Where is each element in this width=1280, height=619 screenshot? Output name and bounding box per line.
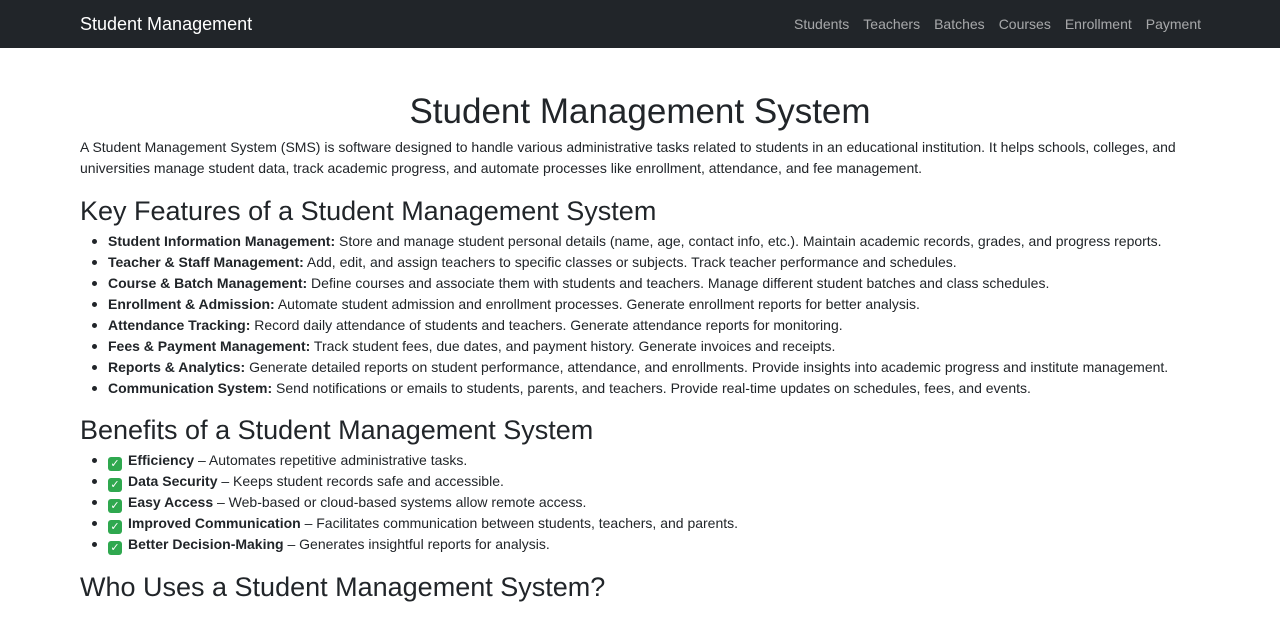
- brand-link[interactable]: Student Management: [80, 14, 252, 35]
- benefit-text: – Keeps student records safe and accessi…: [217, 473, 504, 489]
- feature-text: Record daily attendance of students and …: [250, 317, 843, 333]
- nav-link-teachers[interactable]: Teachers: [863, 16, 920, 32]
- nav-link-batches[interactable]: Batches: [934, 16, 985, 32]
- check-mark-icon: ✓: [108, 478, 122, 492]
- check-mark-icon: ✓: [108, 499, 122, 513]
- feature-item: Attendance Tracking: Record daily attend…: [80, 315, 1200, 336]
- benefit-text: – Web-based or cloud-based systems allow…: [213, 494, 587, 510]
- bullet-icon: [92, 458, 97, 463]
- bullet-icon: [92, 386, 97, 391]
- intro-paragraph: A Student Management System (SMS) is sof…: [80, 139, 1176, 176]
- feature-text: Store and manage student personal detail…: [335, 233, 1162, 249]
- feature-text: Send notifications or emails to students…: [272, 380, 1031, 396]
- feature-text: Generate detailed reports on student per…: [245, 359, 1169, 375]
- bullet-icon: [92, 542, 97, 547]
- benefits-heading: Benefits of a Student Management System: [80, 415, 594, 445]
- nav-links: Students Teachers Batches Courses Enroll…: [794, 16, 1201, 32]
- benefit-item: ✓ Easy Access – Web-based or cloud-based …: [80, 492, 1200, 513]
- check-mark-icon: ✓: [108, 457, 122, 471]
- feature-item: Enrollment & Admission: Automate student…: [80, 294, 1200, 315]
- benefit-item: ✓ Improved Communication – Facilitates co…: [80, 513, 1200, 534]
- benefit-text: – Automates repetitive administrative ta…: [194, 452, 468, 468]
- feature-text: Automate student admission and enrollmen…: [274, 296, 920, 312]
- feature-term: Teacher & Staff Management:: [108, 254, 304, 270]
- bullet-icon: [92, 479, 97, 484]
- check-mark-icon: ✓: [108, 520, 122, 534]
- feature-text: Track student fees, due dates, and payme…: [310, 338, 836, 354]
- benefit-term: Improved Communication: [128, 515, 301, 531]
- bullet-icon: [92, 260, 97, 265]
- bullet-icon: [92, 521, 97, 526]
- benefit-term: Easy Access: [128, 494, 214, 510]
- benefit-item: ✓ Better Decision-Making – Generates insi…: [80, 534, 1200, 555]
- feature-term: Fees & Payment Management:: [108, 338, 311, 354]
- feature-item: Student Information Management: Store an…: [80, 231, 1200, 252]
- feature-term: Course & Batch Management:: [108, 275, 308, 291]
- benefit-term: Data Security: [128, 473, 218, 489]
- benefits-list: ✓ Efficiency – Automates repetitive admin…: [80, 450, 1200, 555]
- feature-term: Reports & Analytics:: [108, 359, 246, 375]
- feature-item: Course & Batch Management: Define course…: [80, 273, 1200, 294]
- feature-term: Student Information Management:: [108, 233, 336, 249]
- bullet-icon: [92, 239, 97, 244]
- nav-link-enrollment[interactable]: Enrollment: [1065, 16, 1132, 32]
- main-content: Student Management System A Student Mana…: [80, 48, 1200, 603]
- feature-item: Reports & Analytics: Generate detailed r…: [80, 357, 1200, 378]
- page-title: Student Management System: [409, 92, 871, 131]
- bullet-icon: [92, 500, 97, 505]
- feature-item: Teacher & Staff Management: Add, edit, a…: [80, 252, 1200, 273]
- bullet-icon: [92, 281, 97, 286]
- feature-item: Fees & Payment Management: Track student…: [80, 336, 1200, 357]
- top-navbar: Student Management Students Teachers Bat…: [0, 0, 1280, 48]
- benefit-text: – Facilitates communication between stud…: [300, 515, 739, 531]
- features-list: Student Information Management: Store an…: [80, 231, 1200, 399]
- feature-term: Communication System:: [108, 380, 273, 396]
- bullet-icon: [92, 365, 97, 370]
- benefit-term: Better Decision-Making: [128, 536, 284, 552]
- features-heading: Key Features of a Student Management Sys…: [80, 196, 657, 226]
- benefit-term: Efficiency: [128, 452, 195, 468]
- nav-link-students[interactable]: Students: [794, 16, 849, 32]
- bullet-icon: [92, 323, 97, 328]
- bullet-icon: [92, 302, 97, 307]
- feature-text: Add, edit, and assign teachers to specif…: [303, 254, 957, 270]
- feature-item: Communication System: Send notifications…: [80, 378, 1200, 399]
- check-mark-icon: ✓: [108, 541, 122, 555]
- benefit-text: – Generates insightful reports for analy…: [283, 536, 550, 552]
- feature-term: Attendance Tracking:: [108, 317, 251, 333]
- nav-link-payment[interactable]: Payment: [1146, 16, 1201, 32]
- benefit-item: ✓ Efficiency – Automates repetitive admin…: [80, 450, 1200, 471]
- feature-term: Enrollment & Admission:: [108, 296, 275, 312]
- nav-link-courses[interactable]: Courses: [999, 16, 1051, 32]
- users-heading: Who Uses a Student Management System?: [80, 572, 606, 602]
- feature-text: Define courses and associate them with s…: [307, 275, 1050, 291]
- benefit-item: ✓ Data Security – Keeps student records s…: [80, 471, 1200, 492]
- bullet-icon: [92, 344, 97, 349]
